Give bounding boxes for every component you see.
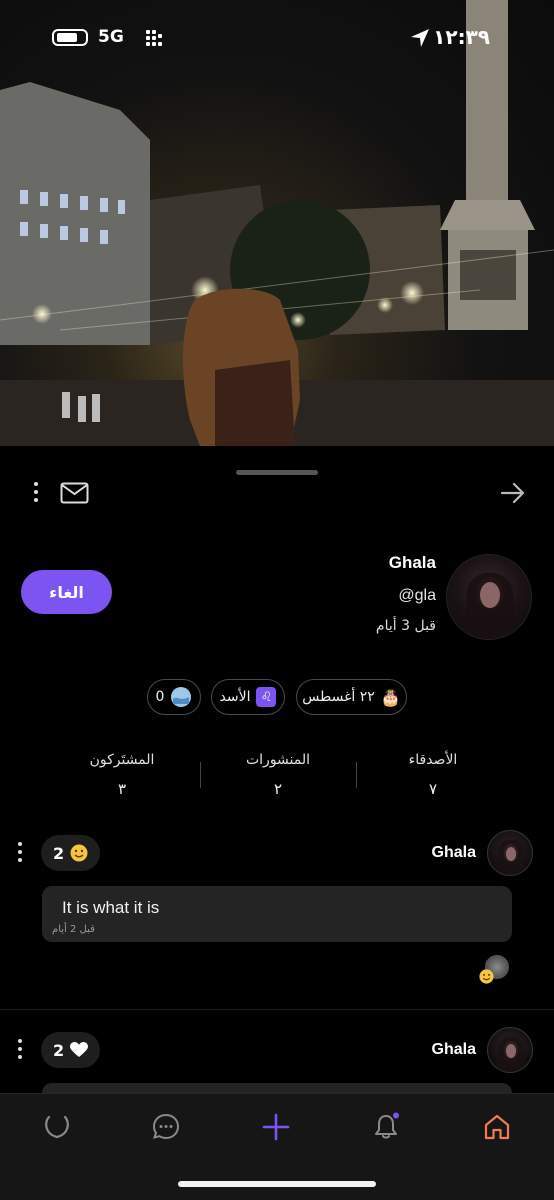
reactor-avatar[interactable] bbox=[479, 955, 509, 985]
network-label: 5G bbox=[98, 27, 124, 47]
friends-label: الأصدقاء bbox=[408, 752, 458, 768]
post-time: قبل 2 أيام bbox=[52, 924, 95, 935]
smile-emoji-icon bbox=[70, 844, 88, 862]
subscribers-label: المشتَركون bbox=[89, 752, 155, 768]
chat-icon[interactable] bbox=[151, 1112, 181, 1142]
water-count: 0 bbox=[155, 689, 165, 705]
water-chip[interactable]: 0 bbox=[147, 679, 201, 715]
post-divider bbox=[0, 1009, 554, 1010]
smile-emoji-icon bbox=[479, 969, 494, 984]
notification-dot bbox=[393, 1112, 399, 1119]
post-author-name: Ghala bbox=[431, 844, 476, 861]
water-wave-icon bbox=[171, 687, 192, 707]
zodiac-chip[interactable]: الأسد ♌ bbox=[211, 679, 285, 715]
profile-joined-time: قبل 3 أيام bbox=[375, 618, 436, 634]
cancel-button[interactable]: الغاء bbox=[21, 570, 112, 614]
birthday-chip[interactable]: ٢٢ أغسطس 🎂 bbox=[296, 679, 407, 715]
mail-icon[interactable] bbox=[60, 482, 89, 504]
signal-icon bbox=[146, 30, 162, 46]
posts-label: المنشورات bbox=[245, 752, 311, 768]
zodiac-label: الأسد bbox=[219, 689, 251, 705]
reaction-count: 2 bbox=[53, 843, 65, 863]
post-bubble[interactable]: It is what it is قبل 2 أيام bbox=[42, 886, 512, 942]
home-icon[interactable] bbox=[482, 1112, 512, 1142]
more-options-icon[interactable] bbox=[33, 482, 39, 504]
magnet-icon[interactable] bbox=[42, 1112, 72, 1142]
post-more-icon[interactable] bbox=[17, 842, 23, 864]
battery-icon bbox=[52, 29, 88, 46]
stats-divider bbox=[356, 762, 357, 788]
home-indicator bbox=[178, 1181, 376, 1187]
status-time: ١٢:٣٩ bbox=[433, 25, 490, 49]
subscribers-count[interactable]: ٣ bbox=[62, 780, 182, 798]
post-text: It is what it is bbox=[62, 898, 160, 917]
reaction-pill[interactable]: 2 bbox=[41, 1032, 101, 1068]
profile-avatar[interactable] bbox=[446, 554, 532, 640]
post-author-avatar[interactable] bbox=[487, 1027, 533, 1073]
cake-icon: 🎂 bbox=[380, 687, 401, 707]
leo-icon: ♌ bbox=[256, 687, 277, 707]
post-author-avatar[interactable] bbox=[487, 830, 533, 876]
profile-handle: @gla bbox=[398, 587, 436, 604]
post-author-name: Ghala bbox=[431, 1041, 476, 1058]
stats-divider bbox=[200, 762, 201, 788]
heart-icon bbox=[70, 1042, 89, 1057]
sheet-drag-handle[interactable] bbox=[236, 470, 318, 475]
forward-arrow-icon[interactable] bbox=[500, 482, 526, 504]
post-more-icon[interactable] bbox=[17, 1039, 23, 1061]
profile-name: Ghala bbox=[388, 553, 436, 572]
status-bar: 5G ١٢:٣٩ bbox=[0, 0, 554, 76]
birthday-label: ٢٢ أغسطس bbox=[302, 689, 375, 705]
plus-icon[interactable] bbox=[261, 1112, 291, 1142]
location-arrow-icon bbox=[411, 29, 429, 47]
posts-count[interactable]: ٢ bbox=[218, 780, 338, 798]
reaction-pill[interactable]: 2 bbox=[41, 835, 101, 871]
reaction-count: 2 bbox=[53, 1040, 65, 1060]
bell-icon[interactable] bbox=[371, 1112, 401, 1142]
friends-count[interactable]: ٧ bbox=[373, 780, 493, 798]
